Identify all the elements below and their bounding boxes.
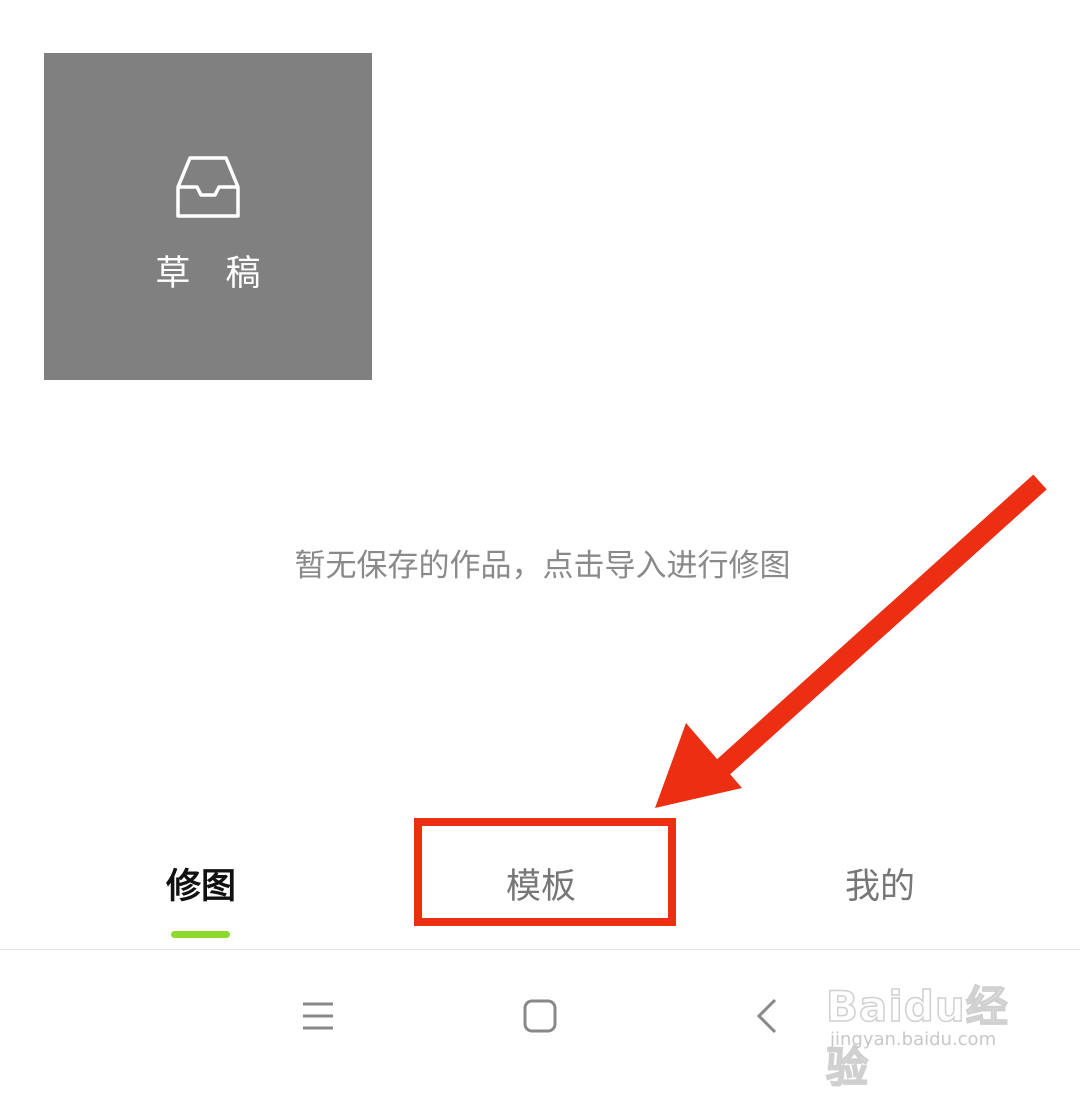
active-tab-indicator: [171, 931, 230, 938]
tab-mine[interactable]: 我的: [780, 858, 980, 909]
menu-icon[interactable]: [288, 990, 348, 1044]
drafts-label: 草 稿: [155, 254, 273, 294]
annotation-highlight-box: [414, 818, 676, 926]
home-icon[interactable]: [510, 990, 570, 1044]
tab-edit[interactable]: 修图: [101, 858, 301, 909]
inbox-tray-icon: [176, 156, 240, 218]
watermark-url: jingyan.baidu.com: [830, 1029, 997, 1050]
empty-state-message: 暂无保存的作品，点击导入进行修图: [294, 548, 791, 584]
back-icon[interactable]: [737, 990, 797, 1044]
baidu-jingyan-watermark: Baidu经验 jingyan.baidu.com: [825, 965, 1026, 1093]
